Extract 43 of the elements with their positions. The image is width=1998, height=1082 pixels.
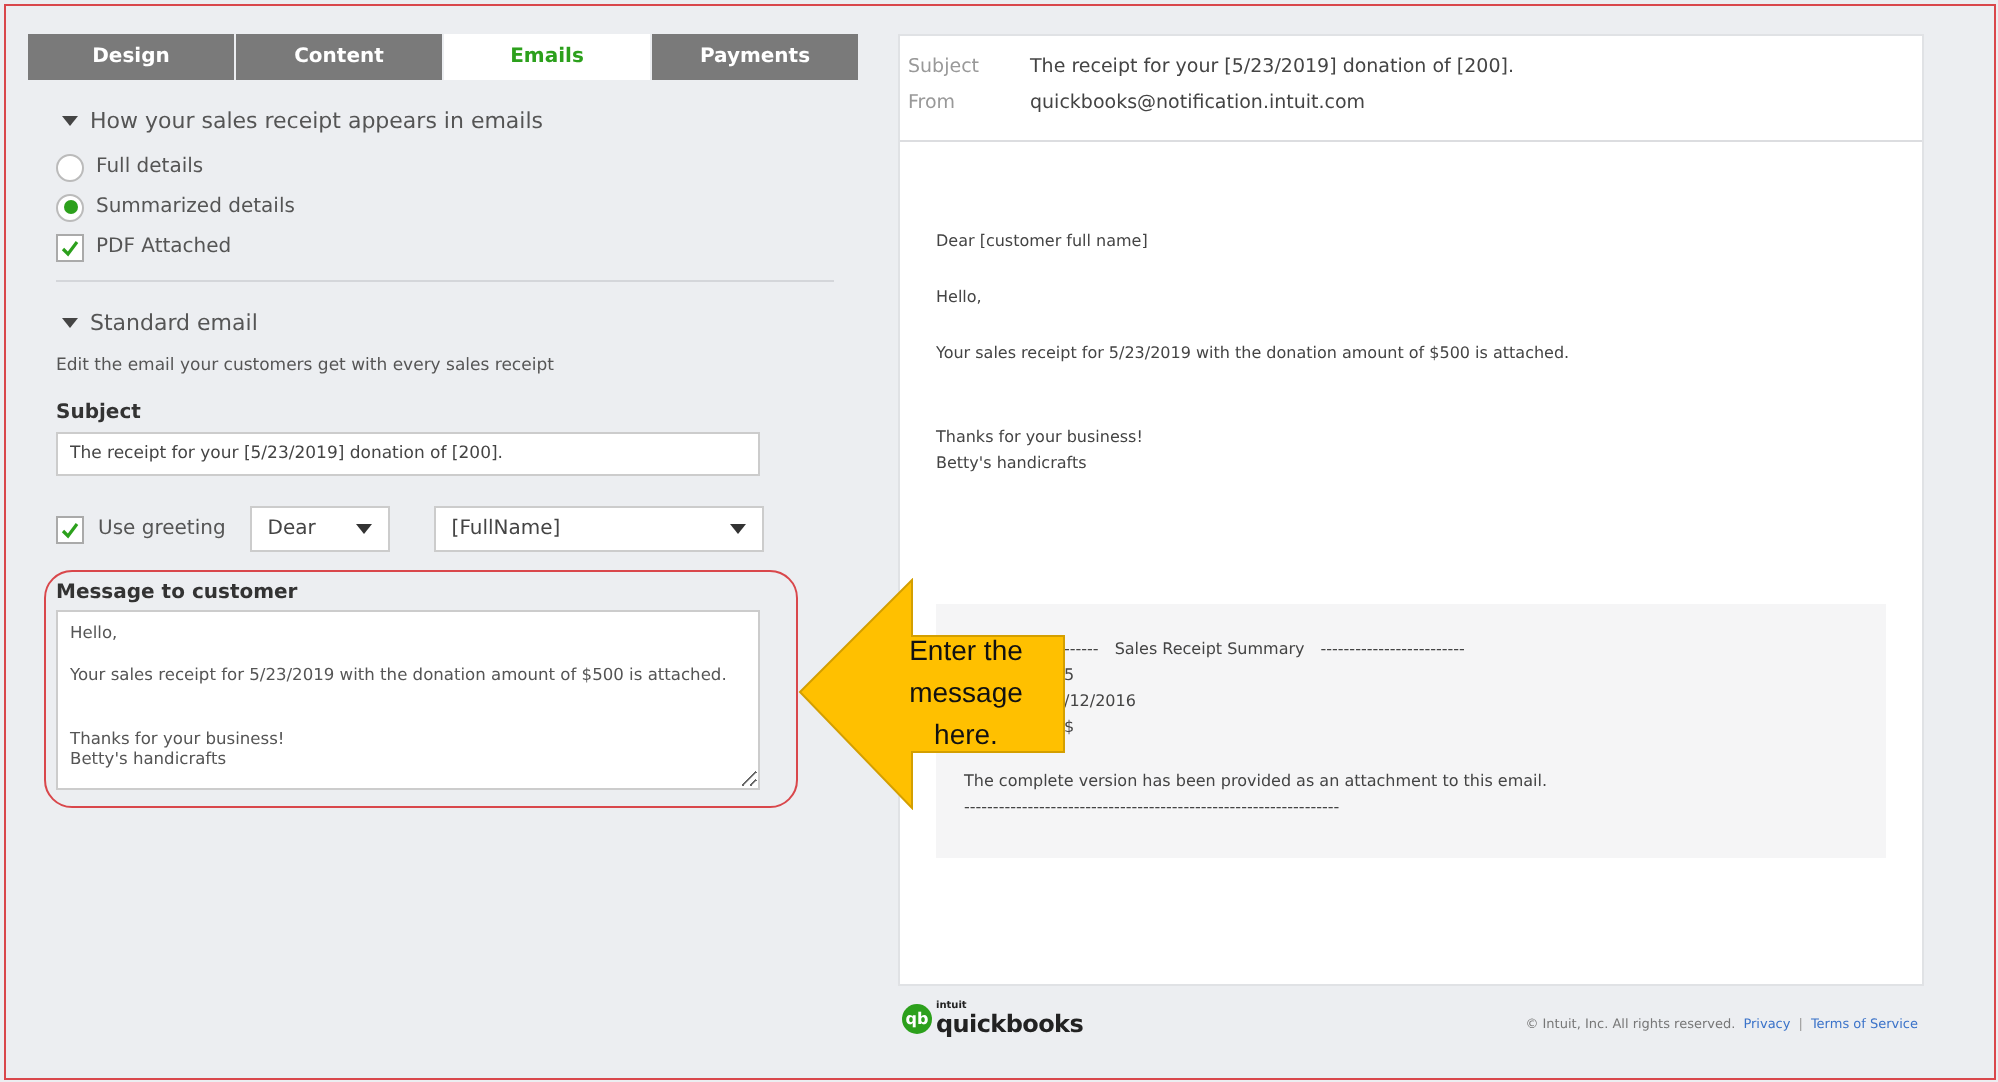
summary-heading-text: ------------------------- [1320,640,1465,658]
tab[interactable]: Emails [444,34,650,80]
dashed-line-text: ----------------------------------------------------------------- [964,798,1340,816]
header-label: Subject [908,56,982,78]
caret-icon[interactable] [62,318,78,328]
dropdown-arrow-icon [355,524,372,534]
description-text: Edit the email your customers get with every sales receipt [56,356,556,376]
subject-field[interactable]: The receipt for your [5/23/2019] donation of [200]. [56,432,760,476]
section-heading: How your sales receipt appears in emails [90,108,544,134]
radio-button[interactable] [56,193,84,221]
section-heading: Standard email [90,310,258,336]
checkbox-label: Use greeting [98,518,226,540]
summary-heading-text: ------ [1064,640,1099,658]
checkbox[interactable] [56,515,84,543]
tab[interactable]: Payments [652,34,858,80]
summary-text: $ [1064,718,1075,736]
option-label: Summarized details [96,196,295,218]
summary-heading-text: Sales Receipt Summary [1114,640,1305,658]
greeting-dropdown[interactable]: Dear [249,506,390,552]
email-text: Thanks for your business! [936,428,1145,446]
summary-text: 5 [1064,666,1075,684]
checkbox[interactable] [56,233,84,261]
summary-text: /12/2016 [1064,692,1136,710]
email-text: Your sales receipt for 5/23/2019 with the donation amount of $500 is attached. [936,344,1572,362]
callout-text: Enter the message here. [907,632,1025,754]
field-label: Message to customer [56,582,300,604]
radio-button[interactable] [56,153,84,181]
subject-text: The receipt for your [5/23/2019] donation of [200]. [1030,56,1514,78]
dropdown-arrow-icon [729,524,746,534]
email-text: Betty's handicrafts [936,454,1089,472]
option-label: Full details [96,156,204,178]
caret-icon[interactable] [62,116,78,126]
tab[interactable]: Design [28,34,234,80]
email-text: Hello, [936,288,984,306]
header-label: From [908,92,958,114]
option-label: PDF Attached [96,236,232,258]
message-field[interactable]: Hello, Your sales receipt for 5/23/2019 with the donation amount of $500 is attached. Thanks for your business! Betty's handicrafts [56,610,760,790]
sender-text: quickbooks@notification.intuit.com [1030,92,1366,114]
field-label: Subject [56,402,143,424]
name-dropdown[interactable]: [FullName] [433,506,764,552]
tab[interactable]: Content [236,34,442,80]
email-text: Dear [customer full name] [936,232,1150,250]
summary-note: The complete version has been provided as an attachment to this email. [964,772,1548,790]
